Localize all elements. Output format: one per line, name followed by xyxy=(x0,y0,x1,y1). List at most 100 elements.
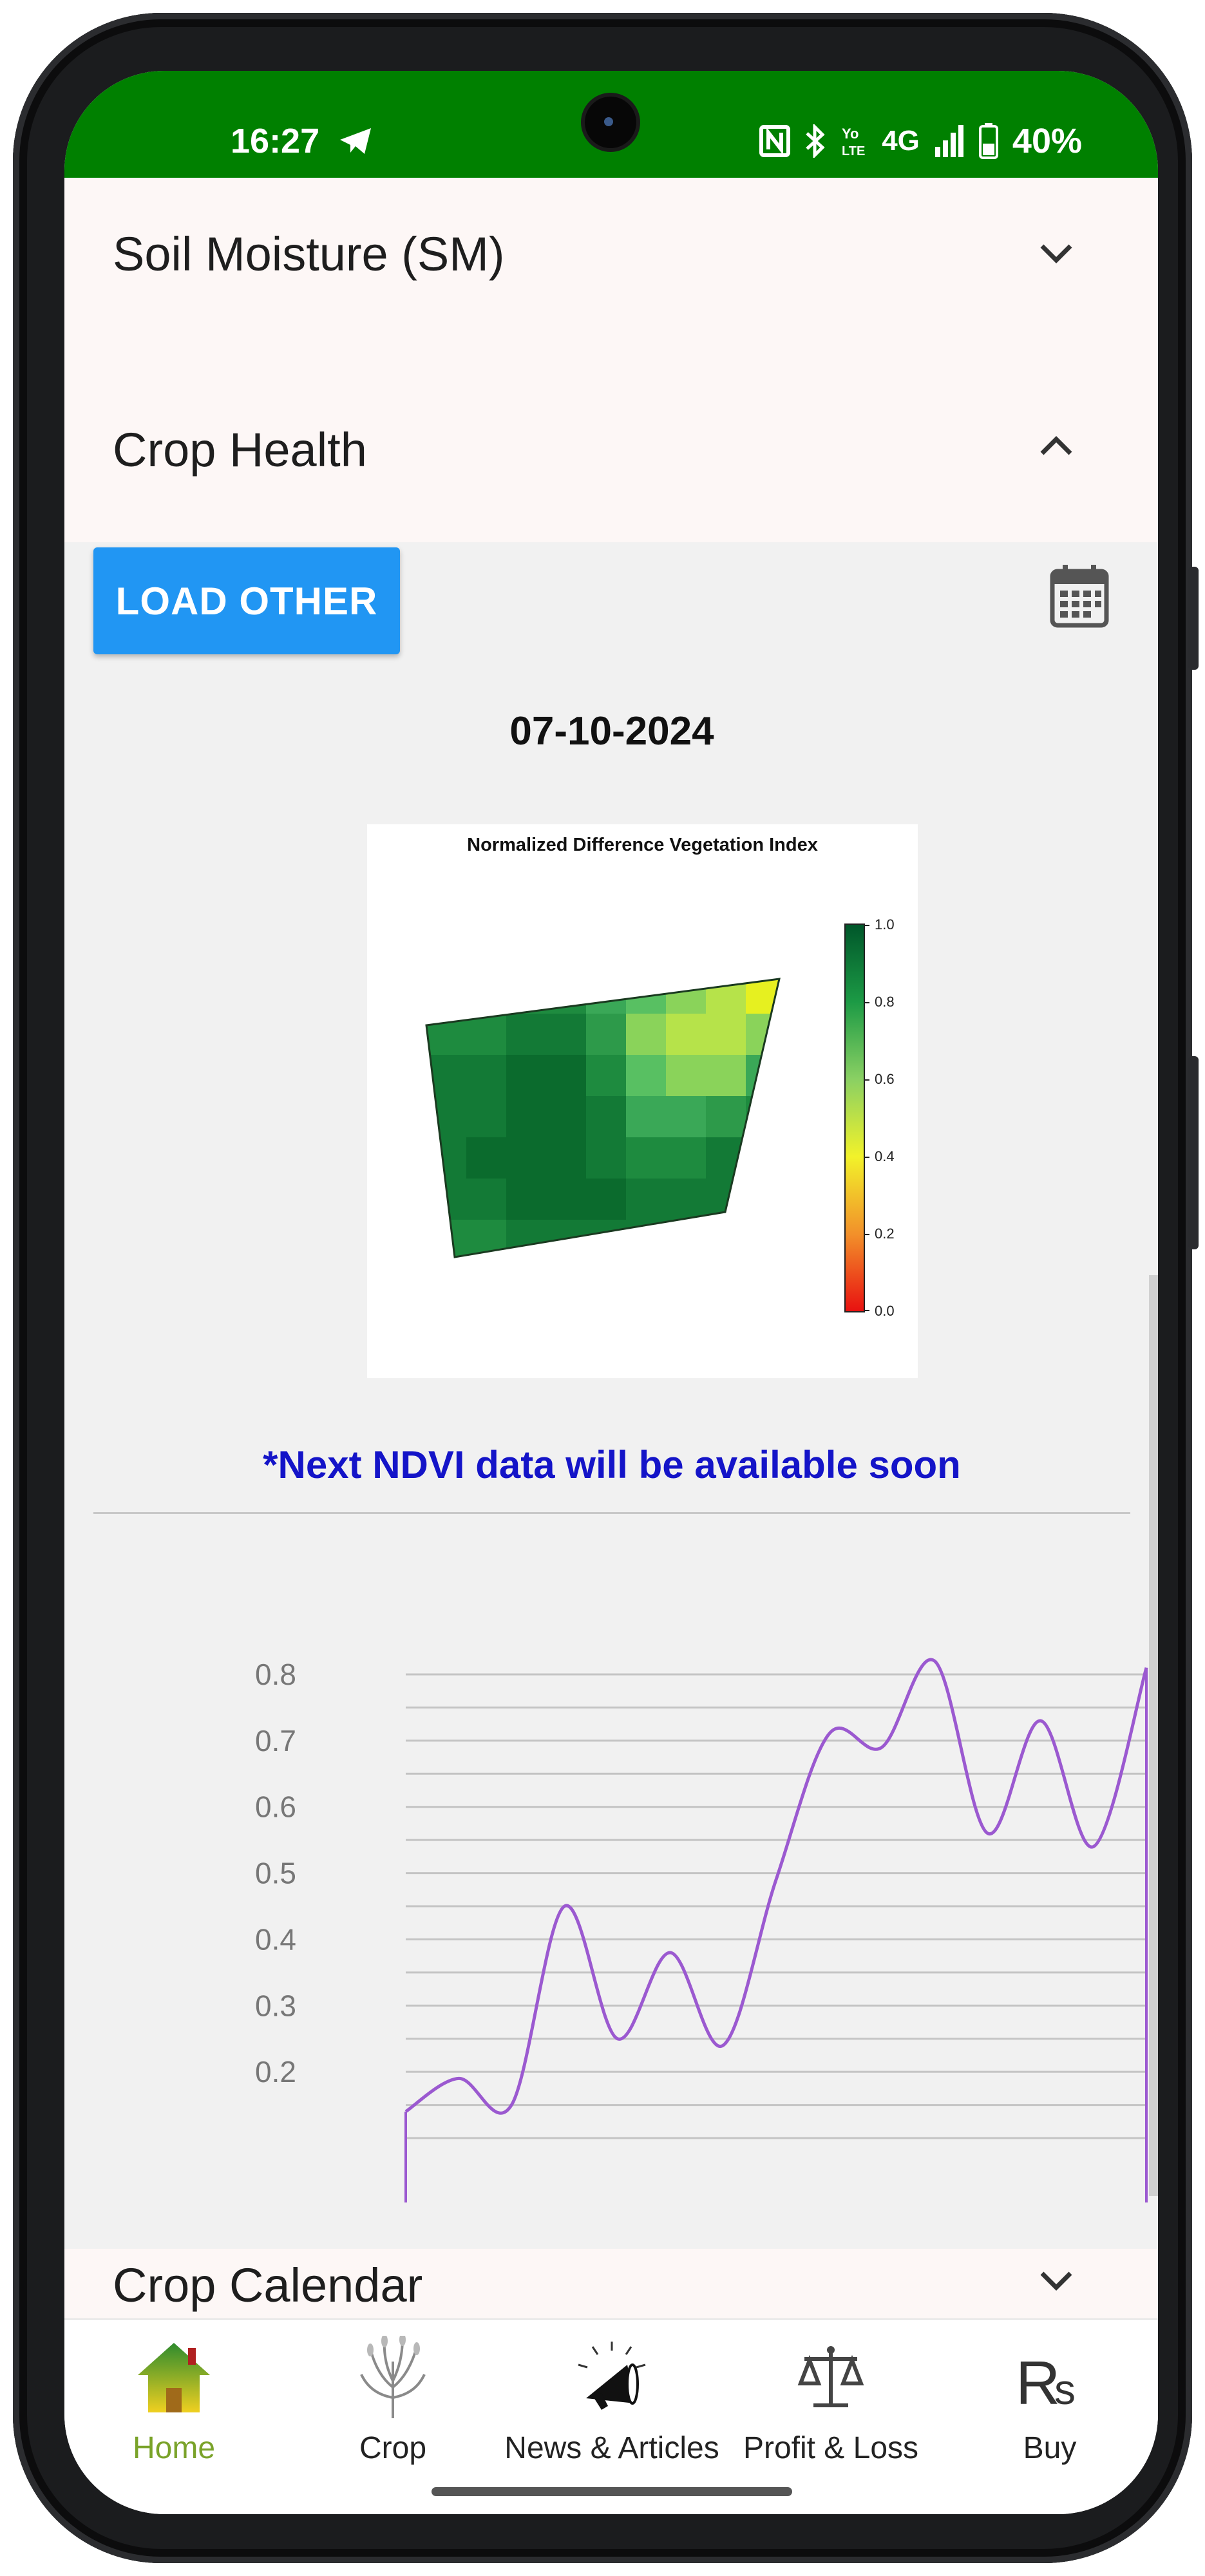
ndvi-map-image: Normalized Difference Vegetation Index 1… xyxy=(367,824,918,1378)
chevron-down-icon[interactable] xyxy=(1038,2268,1074,2294)
screen: 16:27 Yo LTE 4G 40% Soil Moisture (SM) C… xyxy=(64,71,1158,2514)
chevron-down-icon[interactable] xyxy=(1038,241,1074,267)
bottom-navigation: Home Crop News & Articles Profit & Loss … xyxy=(64,2318,1158,2514)
ndvi-pixel xyxy=(466,1179,507,1220)
ndvi-pixel xyxy=(546,1055,587,1097)
ndvi-pixel xyxy=(546,1014,587,1056)
nav-buy[interactable]: R s Buy xyxy=(940,2333,1158,2466)
rupee-icon: R s xyxy=(1016,2349,1076,2413)
nav-profit-loss-label: Profit & Loss xyxy=(743,2431,919,2465)
ndvi-pixel xyxy=(666,1014,707,1056)
nfc-icon xyxy=(759,125,791,157)
phone-frame: 16:27 Yo LTE 4G 40% Soil Moisture (SM) C… xyxy=(13,13,1199,2563)
ndvi-pixel xyxy=(746,1055,779,1097)
nav-crop[interactable]: Crop xyxy=(283,2333,502,2466)
status-bar: 16:27 Yo LTE 4G 40% xyxy=(64,71,1158,178)
ndvi-date: 07-10-2024 xyxy=(509,709,714,753)
home-icon xyxy=(138,2343,210,2412)
ndvi-map: 1.0 0.8 0.6 0.4 0.2 0.0 xyxy=(425,916,895,1319)
front-camera xyxy=(585,97,636,148)
ndvi-pixel xyxy=(546,1096,587,1138)
ndvi-pixel xyxy=(666,1137,707,1179)
ndvi-pixel xyxy=(666,1096,707,1138)
ndvi-pixel xyxy=(706,1014,746,1056)
ndvi-pixel xyxy=(506,1055,547,1097)
power-button xyxy=(1188,1056,1199,1249)
megaphone-icon xyxy=(578,2342,646,2410)
ndvi-pixel xyxy=(586,979,627,1014)
ndvi-pixel xyxy=(426,1137,467,1179)
battery-icon xyxy=(978,123,998,159)
ndvi-series-line xyxy=(404,1658,1148,2115)
y-tick-label: 0.4 xyxy=(255,1922,296,1956)
nav-news[interactable]: News & Articles xyxy=(502,2333,721,2466)
status-time: 16:27 xyxy=(231,122,320,160)
ndvi-pixel xyxy=(506,1220,547,1257)
load-other-button[interactable]: LOAD OTHER xyxy=(93,547,400,654)
ndvi-pixel xyxy=(506,1179,547,1220)
ndvi-pixel xyxy=(506,1137,547,1179)
soil-moisture-title: Soil Moisture (SM) xyxy=(113,227,505,281)
soil-moisture-accordion[interactable]: Soil Moisture (SM) Crop Health xyxy=(64,178,1158,542)
calendar-icon[interactable] xyxy=(1050,564,1109,628)
svg-text:Yo: Yo xyxy=(842,126,859,142)
ndvi-pixel xyxy=(466,1137,507,1179)
ndvi-pixel xyxy=(626,979,667,1014)
ndvi-pixel xyxy=(706,1220,746,1257)
ndvi-pixel xyxy=(746,1137,779,1179)
ndvi-pixel xyxy=(706,1055,746,1097)
svg-text:R: R xyxy=(1016,2349,1060,2413)
ndvi-pixel xyxy=(586,1096,627,1138)
colorbar-tick: 0.2 xyxy=(875,1226,895,1242)
network-type: 4G xyxy=(882,125,920,156)
scale-icon xyxy=(797,2346,864,2407)
y-tick-label: 0.2 xyxy=(255,2055,296,2088)
ndvi-pixel xyxy=(626,1055,667,1097)
crop-calendar-accordion[interactable]: Crop Calendar xyxy=(64,2249,1158,2320)
colorbar-tick: 0.4 xyxy=(875,1148,895,1164)
ndvi-pixel xyxy=(626,1179,667,1220)
volume-button xyxy=(1188,567,1199,670)
crop-icon xyxy=(360,2336,426,2418)
nav-home-label: Home xyxy=(132,2431,216,2465)
nav-profit-loss[interactable]: Profit & Loss xyxy=(721,2333,940,2466)
nav-home[interactable]: Home xyxy=(64,2333,283,2466)
y-tick-label: 0.5 xyxy=(255,1857,296,1890)
y-tick-label: 0.3 xyxy=(255,1989,296,2022)
battery-percent: 40% xyxy=(1012,122,1082,160)
home-indicator[interactable] xyxy=(432,2487,792,2496)
svg-text:LTE: LTE xyxy=(842,144,865,158)
chevron-up-icon[interactable] xyxy=(1038,433,1074,459)
ndvi-pixel xyxy=(706,979,746,1014)
crop-health-title[interactable]: Crop Health xyxy=(113,422,367,477)
divider xyxy=(93,1512,1130,1514)
ndvi-pixel xyxy=(426,979,467,1014)
ndvi-pixel xyxy=(626,1137,667,1179)
colorbar-tick: 0.8 xyxy=(875,994,895,1010)
ndvi-pixel xyxy=(586,1220,627,1257)
ndvi-pixel xyxy=(626,1014,667,1056)
ndvi-pixel xyxy=(466,1055,507,1097)
nav-news-label: News & Articles xyxy=(504,2431,719,2465)
ndvi-availability-note: *Next NDVI data will be available soon xyxy=(263,1443,961,1486)
colorbar-tick: 0.6 xyxy=(875,1071,895,1087)
ndvi-pixel xyxy=(626,1096,667,1138)
ndvi-pixel xyxy=(466,1220,507,1257)
ndvi-pixel xyxy=(586,1137,627,1179)
ndvi-pixel xyxy=(506,1096,547,1138)
ndvi-pixel xyxy=(546,1137,587,1179)
y-tick-label: 0.6 xyxy=(255,1790,296,1824)
ndvi-pixel xyxy=(466,979,507,1014)
colorbar-tick: 0.0 xyxy=(875,1303,895,1319)
nav-buy-label: Buy xyxy=(1023,2431,1077,2465)
ndvi-pixel xyxy=(746,1220,779,1257)
ndvi-pixel xyxy=(506,979,547,1014)
ndvi-pixel xyxy=(746,1096,779,1138)
ndvi-pixel xyxy=(586,1055,627,1097)
ndvi-pixel xyxy=(666,1179,707,1220)
svg-text:s: s xyxy=(1054,2365,1076,2413)
y-tick-label: 0.7 xyxy=(255,1724,296,1757)
ndvi-pixel xyxy=(666,1055,707,1097)
y-tick-label: 0.8 xyxy=(255,1658,296,1691)
ndvi-pixel xyxy=(426,1096,467,1138)
